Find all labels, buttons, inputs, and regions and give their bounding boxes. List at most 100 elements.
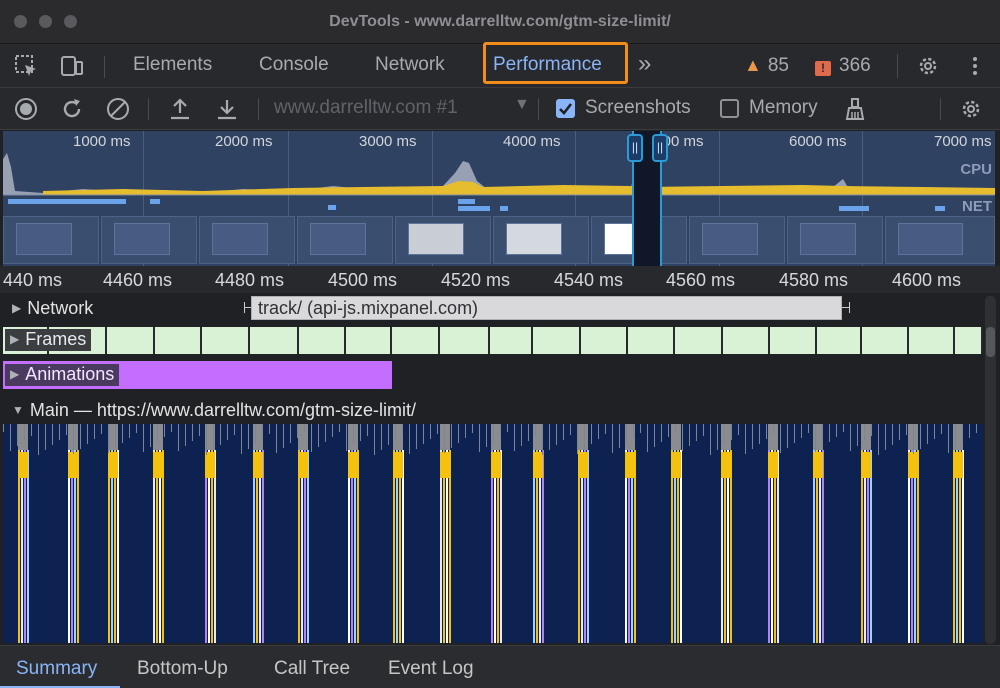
clear-icon[interactable]: [106, 97, 130, 121]
task-column[interactable]: [625, 424, 639, 643]
task-column[interactable]: [440, 424, 454, 643]
net-activity-bar: [150, 199, 160, 204]
task-column[interactable]: [393, 424, 407, 643]
task-column[interactable]: [153, 424, 167, 643]
window-title: DevTools - www.darrelltw.com/gtm-size-li…: [329, 13, 671, 30]
recording-select[interactable]: www.darrelltw.com #1: [274, 97, 458, 119]
tab-console[interactable]: Console: [259, 54, 329, 76]
task-tick: [262, 424, 263, 439]
main-track-header[interactable]: ▼ Main — https://www.darrelltw.com/gtm-si…: [12, 400, 416, 421]
task-tick: [703, 424, 704, 436]
warnings-badge[interactable]: ▲ 85: [744, 55, 789, 77]
task-column[interactable]: [671, 424, 685, 643]
memory-checkbox[interactable]: [720, 99, 739, 118]
tab-bottom-up[interactable]: Bottom-Up: [137, 658, 228, 680]
frame-cell[interactable]: [533, 327, 581, 354]
upload-icon[interactable]: [168, 97, 192, 121]
errors-badge[interactable]: ! 366: [815, 55, 871, 77]
frame-cell[interactable]: [250, 327, 299, 354]
frame-cell[interactable]: [202, 327, 250, 354]
frames-track[interactable]: [3, 327, 983, 354]
task-column[interactable]: [253, 424, 267, 643]
network-track-header[interactable]: ▶ Network: [12, 298, 93, 319]
frame-cell[interactable]: [862, 327, 909, 354]
tracks-scrollbar-thumb[interactable]: [986, 327, 995, 357]
task-column[interactable]: [721, 424, 735, 643]
task-column[interactable]: [861, 424, 875, 643]
network-request-bar[interactable]: track/ (api-js.mixpanel.com): [251, 296, 842, 320]
frame-cell[interactable]: [628, 327, 675, 354]
animations-track-header[interactable]: ▶ Animations: [5, 364, 120, 386]
capture-settings-gear-icon[interactable]: [959, 97, 983, 121]
task-tick: [451, 424, 452, 448]
screenshots-checkbox[interactable]: [556, 99, 575, 118]
task-column[interactable]: [205, 424, 219, 643]
frame-cell[interactable]: [955, 327, 983, 354]
frame-cell[interactable]: [909, 327, 955, 354]
task-column[interactable]: [108, 424, 122, 643]
timeline-overview[interactable]: 1000 ms 2000 ms 3000 ms 4000 ms 5000 ms …: [3, 131, 995, 266]
frame-cell[interactable]: [440, 327, 490, 354]
task-column[interactable]: [491, 424, 505, 643]
frame-cell[interactable]: [490, 327, 533, 354]
frame-cell[interactable]: [299, 327, 346, 354]
screenshot-content: [408, 223, 465, 256]
selection-left-handle[interactable]: ||: [627, 134, 643, 162]
task-column[interactable]: [348, 424, 362, 643]
task-column[interactable]: [953, 424, 967, 643]
more-options-icon[interactable]: [963, 54, 987, 78]
task-column[interactable]: [298, 424, 312, 643]
task-column[interactable]: [578, 424, 592, 643]
main-flame-chart[interactable]: [3, 424, 983, 643]
chevron-down-icon[interactable]: ▼: [514, 96, 530, 114]
task-tick: [500, 424, 501, 437]
ruler-tick: 4520 ms: [441, 270, 511, 290]
task-column[interactable]: [908, 424, 922, 643]
task-tick: [682, 424, 683, 451]
task-tick: [367, 424, 368, 436]
task-tick: [535, 424, 536, 436]
task-column[interactable]: [18, 424, 32, 643]
frame-cell[interactable]: [770, 327, 817, 354]
more-tabs-button[interactable]: »: [638, 50, 651, 78]
selection-right-handle[interactable]: ||: [652, 134, 668, 162]
frame-cell[interactable]: [817, 327, 862, 354]
tab-network[interactable]: Network: [375, 54, 445, 76]
record-icon[interactable]: [14, 97, 38, 121]
frame-cell[interactable]: [723, 327, 770, 354]
screenshot-thumbnail: [395, 216, 491, 264]
task-column[interactable]: [813, 424, 827, 643]
task-column[interactable]: [68, 424, 82, 643]
frame-cell[interactable]: [392, 327, 440, 354]
reload-record-icon[interactable]: [60, 97, 84, 121]
frame-cell[interactable]: [155, 327, 202, 354]
settings-gear-icon[interactable]: [916, 54, 940, 78]
tab-summary[interactable]: Summary: [16, 658, 97, 680]
task-column[interactable]: [533, 424, 547, 643]
tab-call-tree[interactable]: Call Tree: [274, 658, 350, 680]
task-tick: [864, 424, 865, 441]
task-tick: [528, 424, 529, 441]
network-request-label: track/ (api-js.mixpanel.com): [258, 298, 479, 318]
task-tick: [563, 424, 564, 440]
task-tick: [647, 424, 648, 452]
task-tick: [969, 424, 970, 438]
download-icon[interactable]: [215, 97, 239, 121]
task-column[interactable]: [768, 424, 782, 643]
window-titlebar: DevTools - www.darrelltw.com/gtm-size-li…: [0, 0, 1000, 44]
frames-track-header[interactable]: ▶ Frames: [5, 329, 92, 351]
task-tick: [290, 424, 291, 443]
frame-cell[interactable]: [675, 327, 723, 354]
frame-cell[interactable]: [346, 327, 392, 354]
tab-event-log[interactable]: Event Log: [388, 658, 474, 680]
device-toolbar-icon[interactable]: [60, 54, 84, 78]
tab-elements[interactable]: Elements: [133, 54, 212, 76]
collect-garbage-broom-icon[interactable]: [843, 97, 867, 121]
task-tick: [668, 424, 669, 437]
frame-cell[interactable]: [581, 327, 628, 354]
performance-toolbar: www.darrelltw.com #1 ▼ Screenshots Memor…: [0, 88, 1000, 130]
frame-cell[interactable]: [107, 327, 155, 354]
task-tick: [696, 424, 697, 441]
inspect-element-icon[interactable]: [14, 54, 38, 78]
task-tick: [94, 424, 95, 439]
